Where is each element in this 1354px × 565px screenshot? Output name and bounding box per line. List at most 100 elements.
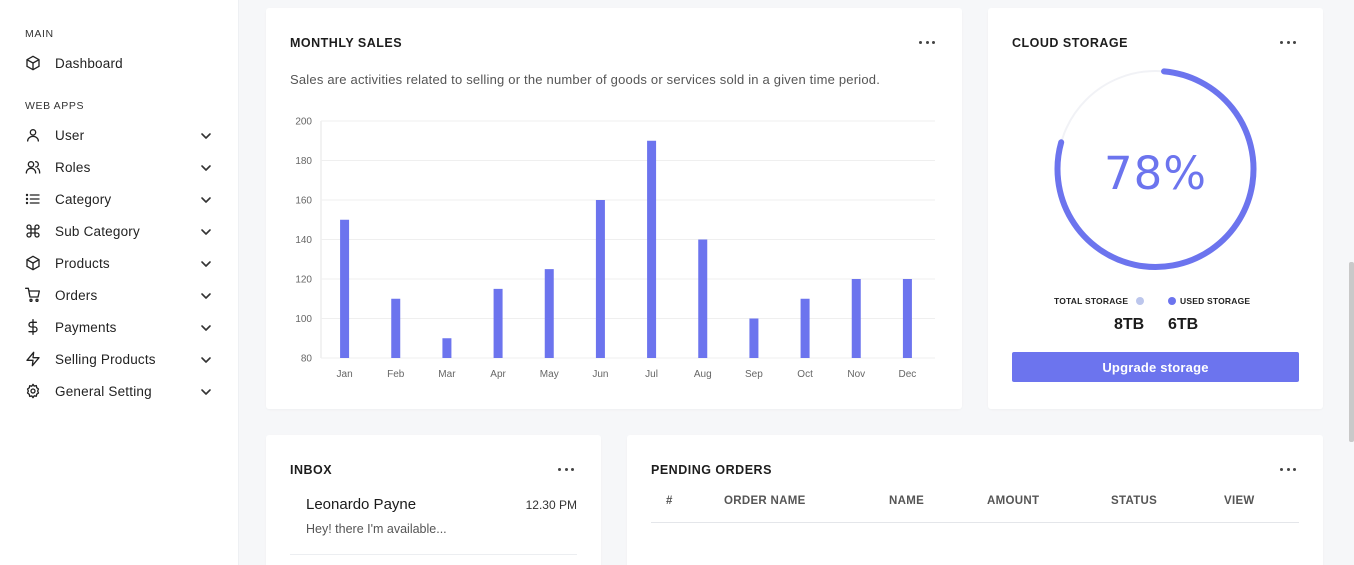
x-tick-label: Mar [438,369,456,380]
monthly-sales-card: MONTHLY SALES Sales are activities relat… [266,8,962,409]
cart-icon [25,287,41,303]
x-tick-label: Dec [899,369,917,380]
sidebar-item-label: Sub Category [55,223,140,239]
bar-feb [391,298,401,358]
y-tick-label: 100 [295,314,312,325]
sidebar-item-label: Dashboard [55,55,123,71]
column-header-view[interactable]: VIEW [1224,495,1255,507]
message-time: 12.30 PM [525,498,577,512]
total-storage-dot [1136,297,1144,305]
dollar-icon [25,319,41,335]
y-tick-label: 140 [295,235,312,246]
card-title: INBOX [290,463,333,477]
bar-nov [851,279,861,358]
sidebar: MAIN Dashboard WEB APPS User Roles Categ… [0,0,239,565]
chevron-down-icon [200,289,212,301]
column-header-amount[interactable]: AMOUNT [987,495,1039,507]
sidebar-item-label: Category [55,191,112,207]
x-tick-label: Apr [490,369,506,380]
x-tick-label: Oct [797,369,813,380]
sidebar-item-label: Roles [55,159,91,175]
used-storage-dot [1168,297,1176,305]
x-tick-label: May [540,369,559,380]
sidebar-item-orders[interactable]: Orders [0,280,239,310]
sidebar-item-label: Selling Products [55,351,156,367]
bar-oct [800,298,810,358]
chevron-down-icon [200,193,212,205]
list-icon [25,191,41,207]
box-icon [25,55,41,71]
chevron-down-icon [200,353,212,365]
divider [290,554,577,555]
column-header-name[interactable]: NAME [889,495,924,507]
sidebar-item-label: Payments [55,319,117,335]
total-storage-label: TOTAL STORAGE [1054,296,1129,306]
command-icon [25,223,41,239]
x-tick-label: Sep [745,369,763,380]
bar-jul [647,140,657,358]
sidebar-item-label: User [55,127,85,143]
x-tick-label: Jul [645,369,658,380]
user-icon [25,127,41,143]
storage-ring [1054,68,1257,270]
y-tick-label: 80 [301,354,313,365]
chevron-down-icon [200,385,212,397]
box-icon [25,255,41,271]
bar-jan [340,219,350,358]
sidebar-item-label: Orders [55,287,98,303]
y-tick-label: 200 [295,117,312,128]
sidebar-item-label: General Setting [55,383,152,399]
column-header-order-name[interactable]: ORDER NAME [724,495,806,507]
bar-apr [493,288,503,358]
sidebar-item-general-setting[interactable]: General Setting [0,376,239,406]
message-preview: Hey! there I'm available... [306,522,447,536]
bar-jun [595,200,605,358]
chevron-down-icon [200,129,212,141]
sidebar-item-products[interactable]: Products [0,248,239,278]
page-scrollbar[interactable] [1349,262,1354,442]
sidebar-item-category[interactable]: Category [0,184,239,214]
more-options-icon[interactable] [558,466,574,472]
used-storage-value: 6TB [1168,316,1199,333]
table-header-divider [651,522,1299,523]
section-title-web-apps: WEB APPS [25,100,85,112]
x-tick-label: Jan [337,369,353,380]
x-tick-label: Aug [694,369,712,380]
bar-may [544,269,554,358]
bar-dec [902,279,912,358]
column-header-number[interactable]: # [666,495,673,507]
column-header-status[interactable]: STATUS [1111,495,1157,507]
sidebar-item-dashboard[interactable]: Dashboard [0,48,239,78]
x-tick-label: Nov [847,369,865,380]
y-tick-label: 160 [295,196,312,207]
chevron-down-icon [200,161,212,173]
upgrade-storage-button[interactable]: Upgrade storage [1012,352,1299,382]
lightning-icon [25,351,41,367]
bar-sep [749,318,759,358]
bar-aug [698,239,708,358]
x-tick-label: Feb [387,369,405,380]
inbox-card: INBOX Leonardo Payne 12.30 PM Hey! there… [266,435,601,565]
storage-percent: 78% [1103,147,1208,200]
y-tick-label: 120 [295,275,312,286]
message-sender: Leonardo Payne [306,496,417,513]
bar-mar [442,338,452,358]
sidebar-item-roles[interactable]: Roles [0,152,239,182]
gear-icon [25,383,41,399]
sidebar-item-sub-category[interactable]: Sub Category [0,216,239,246]
used-storage-label: USED STORAGE [1180,296,1251,306]
y-tick-label: 180 [295,156,312,167]
chevron-down-icon [200,225,212,237]
sidebar-item-label: Products [55,255,110,271]
more-options-icon[interactable] [1280,466,1296,472]
sidebar-item-payments[interactable]: Payments [0,312,239,342]
x-tick-label: Jun [592,369,608,380]
chevron-down-icon [200,257,212,269]
chevron-down-icon [200,321,212,333]
users-icon [25,159,41,175]
pending-orders-card: PENDING ORDERS # ORDER NAME NAME AMOUNT … [627,435,1323,565]
card-title: PENDING ORDERS [651,463,772,477]
sidebar-item-user[interactable]: User [0,120,239,150]
cloud-storage-card: CLOUD STORAGE 78% TOTAL STORAGE USED STO… [988,8,1323,409]
sidebar-item-selling-products[interactable]: Selling Products [0,344,239,374]
